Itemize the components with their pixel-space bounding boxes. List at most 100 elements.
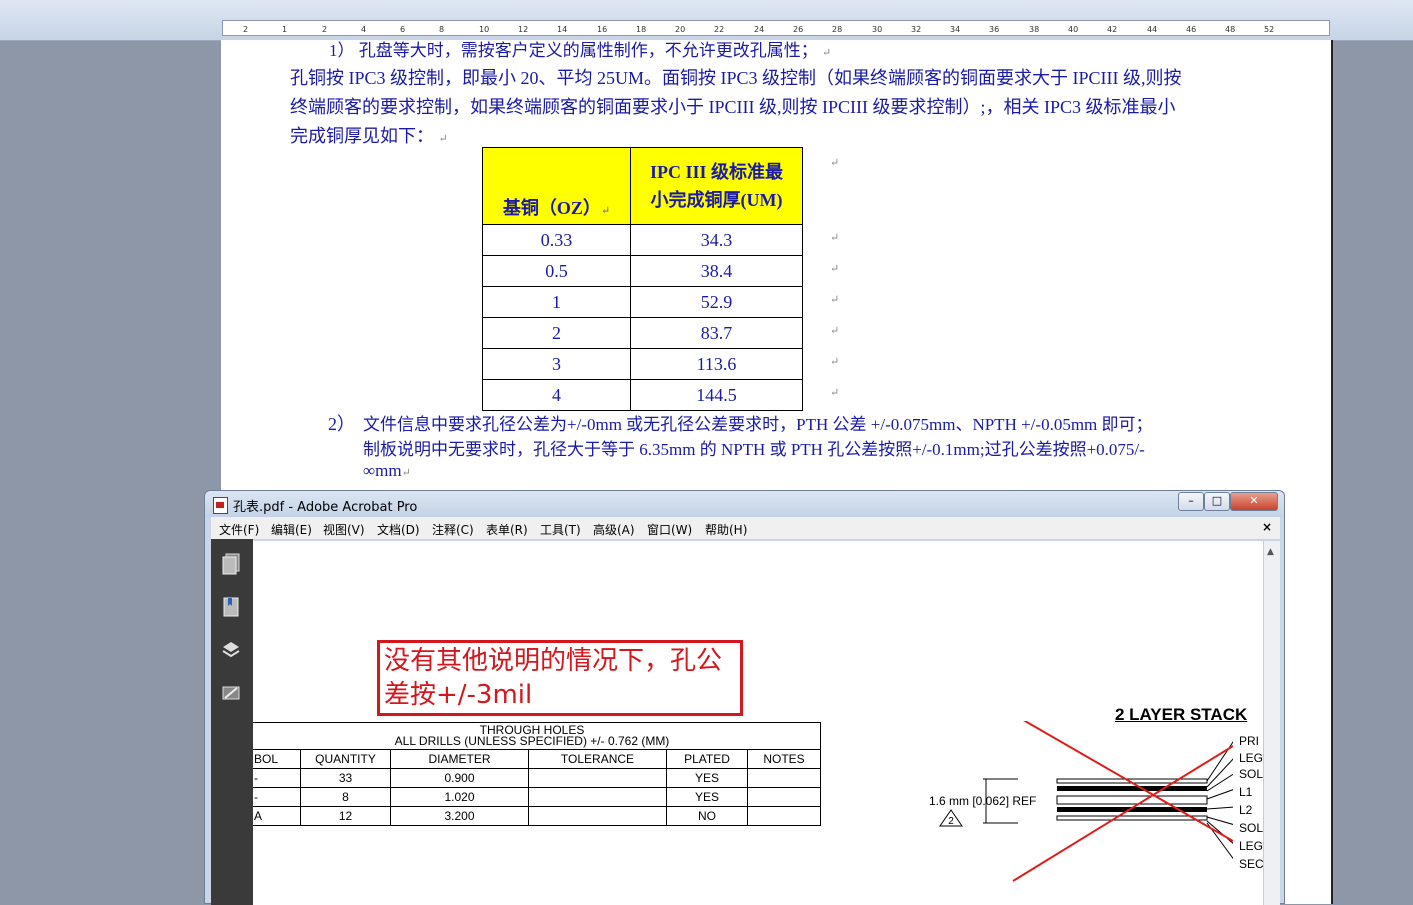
through-holes-table: THROUGH HOLES ALL DRILLS (UNLESS SPECIFIE…: [253, 722, 821, 826]
menu-view[interactable]: 视图(V): [323, 521, 365, 538]
header-min-thickness: IPC III 级标准最小完成铜厚(UM): [630, 147, 803, 225]
signatures-icon[interactable]: [221, 682, 241, 704]
table-row: -33 0.900 YES: [253, 768, 821, 788]
copper-thickness-table: 基铜（OZ）↵ IPC III 级标准最小完成铜厚(UM) 0.33 34.3 0…: [482, 147, 803, 411]
table-cell: 4: [482, 379, 631, 411]
table-cell: 0.900: [390, 768, 529, 788]
table-cell: 1.020: [390, 787, 529, 807]
ruler-tick-label: 46: [1186, 25, 1197, 34]
window-title: 孔表.pdf - Adobe Acrobat Pro: [233, 500, 418, 515]
stackup-label: PRI: [1239, 734, 1260, 748]
minimize-button[interactable]: –: [1178, 492, 1204, 511]
table-row: 0.5 38.4: [482, 255, 803, 287]
ruler-tick-label: 12: [518, 25, 529, 34]
table-cell: 52.9: [630, 286, 803, 318]
menu-comments[interactable]: 注释(C): [432, 521, 474, 538]
ruler-tick-label: 4: [361, 25, 367, 34]
menu-edit[interactable]: 编辑(E): [271, 521, 312, 538]
table-cell: 12: [300, 806, 391, 826]
ruler-tick-label: 2: [322, 25, 328, 34]
bookmarks-icon[interactable]: [221, 596, 241, 618]
ruler-tick-label: 40: [1068, 25, 1079, 34]
list-item-2-line-1: 文件信息中要求孔径公差为+/-0mm 或无孔径公差要求时，PTH 公差 +/-0…: [363, 415, 1153, 434]
ruler-tick-label: 36: [989, 25, 1000, 34]
scroll-up-icon[interactable]: ▲: [1267, 547, 1274, 557]
maximize-button[interactable]: □: [1204, 492, 1230, 511]
close-window-button[interactable]: ✕: [1230, 492, 1278, 511]
note-triangle: 2: [939, 809, 963, 827]
stackup-label: L2: [1239, 803, 1253, 817]
table-cell: NO: [666, 806, 748, 826]
annotation-note[interactable]: 没有其他说明的情况下，孔公 差按+/-3mil: [377, 640, 743, 716]
vertical-scrollbar[interactable]: ▲: [1263, 541, 1280, 905]
layers-icon[interactable]: [221, 639, 241, 661]
table-row: 0.33 34.3: [482, 224, 803, 256]
table-cell: [528, 768, 667, 788]
menu-forms[interactable]: 表单(R): [486, 521, 528, 538]
menu-file[interactable]: 文件(F): [219, 521, 259, 538]
table-cell: 0.5: [482, 255, 631, 287]
cell-mark: ↵: [830, 325, 840, 337]
navigation-pane: [211, 539, 253, 905]
table-cell: 144.5: [630, 379, 803, 411]
table-cell: [528, 806, 667, 826]
ruler-tick-label: 52: [1264, 25, 1275, 34]
table-cell: 113.6: [630, 348, 803, 380]
menu-bar: 文件(F) 编辑(E) 视图(V) 文档(D) 注释(C) 表单(R) 工具(T…: [211, 517, 1280, 539]
svg-text:2: 2: [948, 816, 954, 827]
ruler-tick-label: 20: [675, 25, 686, 34]
ruler-tick-label: 42: [1107, 25, 1118, 34]
menu-tools[interactable]: 工具(T): [540, 521, 581, 538]
paragraph-line-2: 终端顾客的要求控制，如果终端顾客的铜面要求小于 IPCIII 级,则按 IPCI…: [290, 97, 1176, 117]
holes-header: NOTES: [747, 749, 821, 769]
table-cell: [528, 787, 667, 807]
ruler-tick-label: 8: [439, 25, 445, 34]
table-cell: 8: [300, 787, 391, 807]
list-item-1: 1） 孔盘等大时，需按客户定义的属性制作，不允许更改孔属性； ↵: [329, 41, 832, 60]
ruler-tick-label: 30: [872, 25, 883, 34]
ruler-tick-label: 2: [243, 25, 249, 34]
ruler-tick-label: 24: [754, 25, 765, 34]
table-cell: 3: [482, 348, 631, 380]
stackup-label: SOL: [1239, 821, 1263, 835]
cell-mark: ↵: [830, 263, 840, 275]
table-cell: YES: [666, 768, 748, 788]
menu-help[interactable]: 帮助(H): [705, 521, 747, 538]
paragraph-line-3: 完成铜厚见如下： ↵: [290, 126, 448, 146]
holes-caption: THROUGH HOLES ALL DRILLS (UNLESS SPECIFIE…: [253, 722, 821, 750]
ruler-tick-label: 26: [793, 25, 804, 34]
menu-advanced[interactable]: 高级(A): [593, 521, 635, 538]
table-row: 4 144.5: [482, 379, 803, 411]
list-item-2-number: 2）: [328, 414, 355, 434]
ruler-tick-label: 44: [1147, 25, 1158, 34]
table-cell: A: [253, 806, 301, 826]
acrobat-window[interactable]: 孔表.pdf - Adobe Acrobat Pro – □ ✕ 文件(F) 编…: [204, 490, 1285, 905]
horizontal-ruler[interactable]: 2 1 2 4 6 8 10 12 14 16 18 20 22 24 26 28 30 32 34 36 38 40 42…: [222, 20, 1330, 36]
ruler-tick-label: 34: [950, 25, 961, 34]
table-cell: 33: [300, 768, 391, 788]
table-cell: -: [253, 787, 301, 807]
list-item-2-line-3: ∞mm↵: [363, 461, 411, 480]
table-cell: [747, 787, 821, 807]
menu-window[interactable]: 窗口(W): [647, 521, 692, 538]
menu-document[interactable]: 文档(D): [377, 521, 420, 538]
annotation-line-1: 没有其他说明的情况下，孔公: [384, 646, 723, 676]
table-cell: 1: [482, 286, 631, 318]
ruler-tick-label: 28: [832, 25, 843, 34]
stackup-label: SEC: [1239, 857, 1263, 871]
table-cell: YES: [666, 787, 748, 807]
table-row: 3 113.6: [482, 348, 803, 380]
table-header-row: 基铜（OZ）↵ IPC III 级标准最小完成铜厚(UM): [482, 147, 803, 225]
stackup-label: LEG: [1239, 751, 1263, 765]
list-item-2-line-2: 制板说明中无要求时，孔径大于等于 6.35mm 的 NPTH 或 PTH 孔公差…: [363, 440, 1145, 459]
table-cell: [747, 768, 821, 788]
stackup-label: LEG: [1239, 839, 1263, 853]
window-titlebar[interactable]: 孔表.pdf - Adobe Acrobat Pro – □ ✕: [205, 491, 1284, 517]
close-document-icon[interactable]: ×: [1262, 520, 1272, 534]
table-cell: 0.33: [482, 224, 631, 256]
table-cell: 2: [482, 317, 631, 349]
pages-icon[interactable]: [221, 553, 241, 575]
table-cell: 38.4: [630, 255, 803, 287]
pdf-viewport[interactable]: 没有其他说明的情况下，孔公 差按+/-3mil THROUGH HOLES ALL…: [253, 541, 1263, 905]
holes-header: PLATED: [666, 749, 748, 769]
